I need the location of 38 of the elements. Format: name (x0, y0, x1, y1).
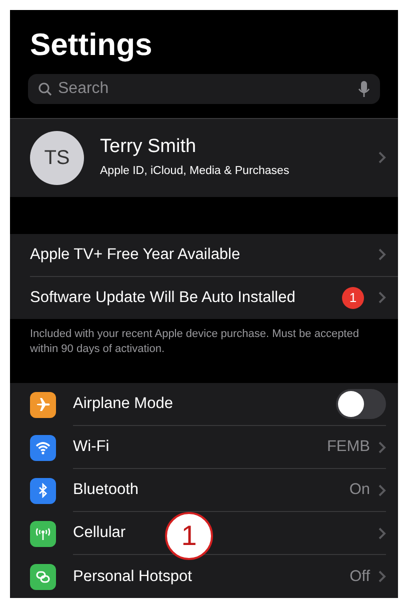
chevron-icon (378, 526, 386, 540)
row-label: Software Update Will Be Auto Installed (30, 288, 296, 308)
row-label: Wi-Fi (73, 437, 110, 458)
search-field[interactable]: Search (58, 76, 352, 101)
wifi-icon (35, 440, 51, 455)
settings-row[interactable]: Wi-Fi FEMB (10, 426, 398, 469)
footer-note: Included with your recent Apple device purchase. Must be accepted within 90 days of activation. (29, 326, 360, 357)
row-value: FEMB (326, 437, 370, 458)
toggle-switch[interactable] (336, 389, 386, 419)
search-bar[interactable]: Search (28, 74, 380, 104)
chevron-icon (378, 291, 386, 304)
settings-row[interactable]: Airplane Mode (10, 383, 398, 426)
avatar: TS (30, 130, 84, 185)
profile-subtitle: Apple ID, iCloud, Media & Purchases (100, 164, 290, 179)
row-label: Bluetooth (73, 480, 138, 500)
row-label: Personal Hotspot (73, 566, 192, 587)
chevron-icon (378, 484, 386, 496)
chevron-icon (378, 570, 386, 583)
page-title: Settings (29, 26, 154, 62)
settings-row[interactable]: Bluetooth On (10, 469, 398, 512)
row-value: Off (350, 566, 370, 587)
profile-row[interactable]: TS Terry Smith Apple ID, iCloud, Media & Purchases (10, 118, 398, 197)
list-row[interactable]: Software Update Will Be Auto Installed 1 (10, 276, 398, 319)
airplane-icon (35, 397, 51, 412)
search-icon (38, 82, 52, 96)
row-label: Cellular (73, 523, 126, 544)
chevron-icon (378, 440, 386, 454)
link-icon (35, 569, 51, 584)
antenna-icon (35, 526, 51, 541)
row-label: Apple TV+ Free Year Available (30, 244, 240, 265)
chevron-icon (378, 151, 386, 164)
microphone-icon (358, 80, 370, 97)
profile-name: Terry Smith (100, 136, 198, 159)
list-row[interactable]: Apple TV+ Free Year Available (10, 234, 398, 276)
row-value: On (349, 480, 370, 500)
notification-badge: 1 (342, 286, 364, 309)
row-label: Airplane Mode (73, 394, 173, 414)
chevron-icon (378, 248, 386, 262)
